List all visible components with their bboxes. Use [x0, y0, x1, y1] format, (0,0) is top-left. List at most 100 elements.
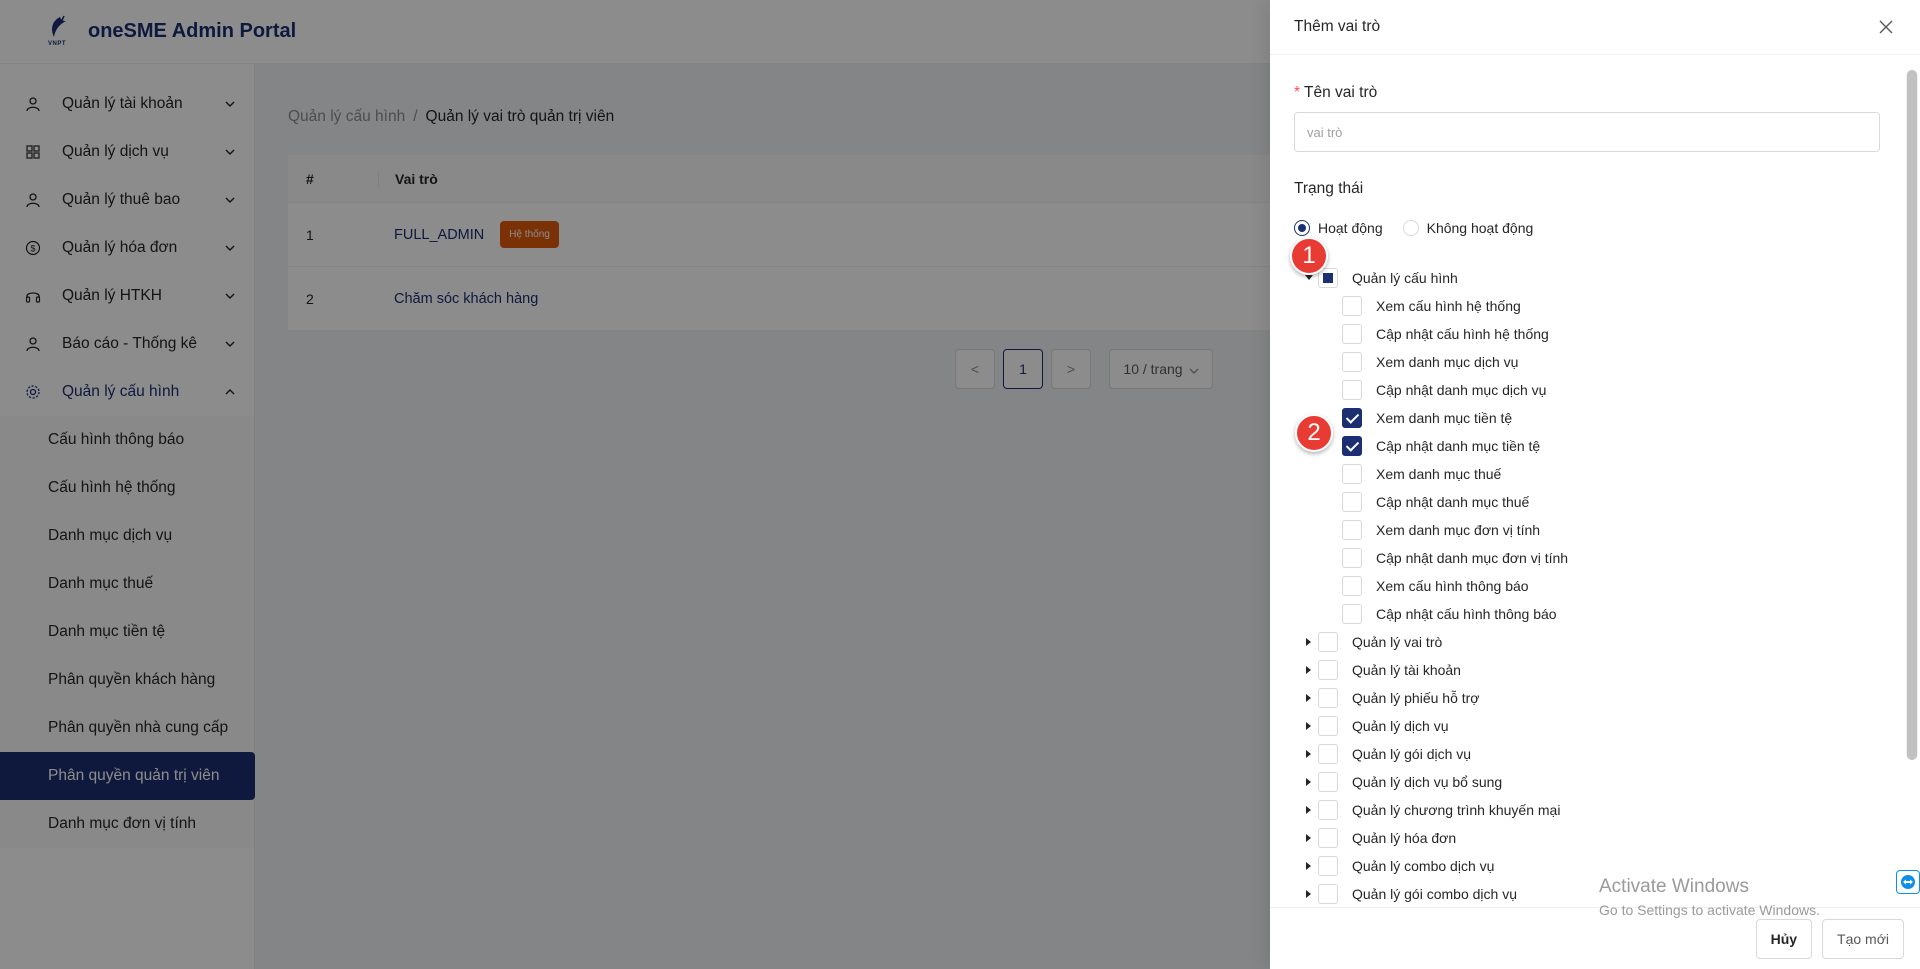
permission-checkbox[interactable]	[1318, 744, 1338, 764]
status-radio-group: Hoạt động Không hoạt động	[1294, 220, 1553, 236]
permission-checkbox[interactable]	[1318, 772, 1338, 792]
caret-right-icon[interactable]	[1304, 665, 1314, 675]
permission-checkbox[interactable]	[1342, 604, 1362, 624]
tree-leaf-node: Xem cấu hình hệ thống	[1270, 292, 1890, 320]
caret-right-icon[interactable]	[1304, 637, 1314, 647]
permission-checkbox[interactable]	[1342, 492, 1362, 512]
status-label: Trạng thái	[1294, 180, 1364, 197]
permission-checkbox[interactable]	[1342, 380, 1362, 400]
add-role-drawer: Thêm vai trò *Tên vai trò Trạng thái Hoạ…	[1270, 0, 1920, 969]
permission-label: Quản lý hóa đơn	[1352, 830, 1457, 846]
caret-right-icon[interactable]	[1304, 749, 1314, 759]
caret-right-icon[interactable]	[1304, 693, 1314, 703]
role-name-input[interactable]	[1294, 112, 1880, 152]
permission-checkbox[interactable]	[1318, 660, 1338, 680]
permission-checkbox[interactable]	[1342, 464, 1362, 484]
tree-group-node: Quản lý dịch vụ bổ sung	[1270, 768, 1890, 796]
permission-tree: Quản lý cấu hình Xem cấu hình hệ thống Cập…	[1270, 264, 1890, 906]
radio-label: Hoạt động	[1318, 220, 1383, 236]
permission-checkbox[interactable]	[1318, 716, 1338, 736]
caret-right-icon[interactable]	[1304, 861, 1314, 871]
drawer-scrollbar[interactable]	[1906, 70, 1918, 760]
permission-label: Xem danh mục thuế	[1376, 466, 1502, 482]
permission-checkbox[interactable]	[1342, 296, 1362, 316]
permission-label: Cập nhật cấu hình hệ thống	[1376, 326, 1549, 342]
create-button[interactable]: Tạo mới	[1822, 918, 1904, 959]
tree-group-node: Quản lý tài khoản	[1270, 656, 1890, 684]
status-active-radio[interactable]: Hoạt động	[1294, 220, 1383, 236]
caret-right-icon[interactable]	[1304, 805, 1314, 815]
tree-group-node: Quản lý hóa đơn	[1270, 824, 1890, 852]
watermark-line2: Go to Settings to activate Windows.	[1599, 902, 1820, 918]
radio-label: Không hoạt động	[1426, 220, 1534, 236]
permission-label: Quản lý cấu hình	[1352, 270, 1458, 286]
permission-label: Cập nhật cấu hình thông báo	[1376, 606, 1557, 622]
permission-checkbox[interactable]	[1342, 324, 1362, 344]
tree-leaf-node: Xem danh mục dịch vụ	[1270, 348, 1890, 376]
permission-checkbox[interactable]	[1318, 828, 1338, 848]
permission-label: Quản lý combo dịch vụ	[1352, 858, 1495, 874]
permission-label: Cập nhật danh mục thuế	[1376, 494, 1530, 510]
tree-leaf-node: Xem danh mục tiền tệ	[1270, 404, 1890, 432]
tree-leaf-node: Cập nhật cấu hình thông báo	[1270, 600, 1890, 628]
close-icon[interactable]	[1876, 17, 1896, 37]
tree-group-node: Quản lý chương trình khuyến mại	[1270, 796, 1890, 824]
teamviewer-icon[interactable]	[1896, 870, 1920, 894]
permission-checkbox[interactable]	[1342, 436, 1362, 456]
permission-label: Cập nhật danh mục tiền tệ	[1376, 438, 1541, 454]
permission-checkbox[interactable]	[1318, 268, 1338, 288]
cancel-button[interactable]: Hủy	[1755, 918, 1813, 959]
permission-checkbox[interactable]	[1318, 632, 1338, 652]
watermark-line1: Activate Windows	[1599, 876, 1749, 897]
tree-leaf-node: Xem danh mục đơn vị tính	[1270, 516, 1890, 544]
tree-leaf-node: Cập nhật cấu hình hệ thống	[1270, 320, 1890, 348]
permission-checkbox[interactable]	[1342, 576, 1362, 596]
tree-leaf-node: Xem cấu hình thông báo	[1270, 572, 1890, 600]
permission-label: Quản lý gói dịch vụ	[1352, 746, 1472, 762]
permission-label: Quản lý phiếu hỗ trợ	[1352, 690, 1480, 706]
permission-label: Quản lý chương trình khuyến mại	[1352, 802, 1561, 818]
permission-checkbox[interactable]	[1342, 520, 1362, 540]
permission-label: Quản lý dịch vụ bổ sung	[1352, 774, 1503, 790]
permission-checkbox[interactable]	[1318, 856, 1338, 876]
tree-group-node: Quản lý phiếu hỗ trợ	[1270, 684, 1890, 712]
permission-checkbox[interactable]	[1342, 408, 1362, 428]
permission-checkbox[interactable]	[1318, 884, 1338, 904]
scrollbar-thumb[interactable]	[1907, 70, 1917, 760]
tree-leaf-node: Xem danh mục thuế	[1270, 460, 1890, 488]
permission-label: Quản lý dịch vụ	[1352, 718, 1449, 734]
permission-label: Xem cấu hình hệ thống	[1376, 298, 1521, 314]
drawer-header: Thêm vai trò	[1270, 0, 1920, 55]
tree-leaf-node: Cập nhật danh mục thuế	[1270, 488, 1890, 516]
tree-leaf-node: Cập nhật danh mục đơn vị tính	[1270, 544, 1890, 572]
caret-right-icon[interactable]	[1304, 889, 1314, 899]
tree-group-node: Quản lý cấu hình	[1270, 264, 1890, 292]
annotation-marker-1: 1	[1290, 237, 1328, 275]
caret-right-icon[interactable]	[1304, 833, 1314, 843]
tree-leaf-node: Cập nhật danh mục dịch vụ	[1270, 376, 1890, 404]
permission-checkbox[interactable]	[1318, 800, 1338, 820]
permission-checkbox[interactable]	[1342, 548, 1362, 568]
permission-checkbox[interactable]	[1318, 688, 1338, 708]
permission-label: Quản lý tài khoản	[1352, 662, 1461, 678]
tree-leaf-node: Cập nhật danh mục tiền tệ	[1270, 432, 1890, 460]
permission-label: Quản lý vai trò	[1352, 634, 1443, 650]
windows-activation-watermark: Activate Windows Go to Settings to activ…	[1599, 876, 1820, 918]
permission-label: Cập nhật danh mục đơn vị tính	[1376, 550, 1569, 566]
permission-label: Xem danh mục đơn vị tính	[1376, 522, 1541, 538]
tree-group-node: Quản lý vai trò	[1270, 628, 1890, 656]
permission-label: Xem cấu hình thông báo	[1376, 578, 1529, 594]
permission-label: Quản lý gói combo dịch vụ	[1352, 886, 1517, 902]
annotation-marker-2: 2	[1295, 414, 1333, 452]
permission-label: Xem danh mục dịch vụ	[1376, 354, 1519, 370]
drawer-footer: Hủy Tạo mới	[1270, 907, 1920, 969]
caret-right-icon[interactable]	[1304, 721, 1314, 731]
caret-right-icon[interactable]	[1304, 777, 1314, 787]
status-inactive-radio[interactable]: Không hoạt động	[1402, 220, 1534, 236]
required-mark: *	[1294, 84, 1301, 101]
radio-dot	[1294, 220, 1310, 236]
drawer-body: *Tên vai trò Trạng thái Hoạt động Không …	[1270, 56, 1920, 906]
permission-checkbox[interactable]	[1342, 352, 1362, 372]
role-name-label: * Tên vai trò	[1294, 84, 1377, 102]
tree-group-node: Quản lý dịch vụ	[1270, 712, 1890, 740]
